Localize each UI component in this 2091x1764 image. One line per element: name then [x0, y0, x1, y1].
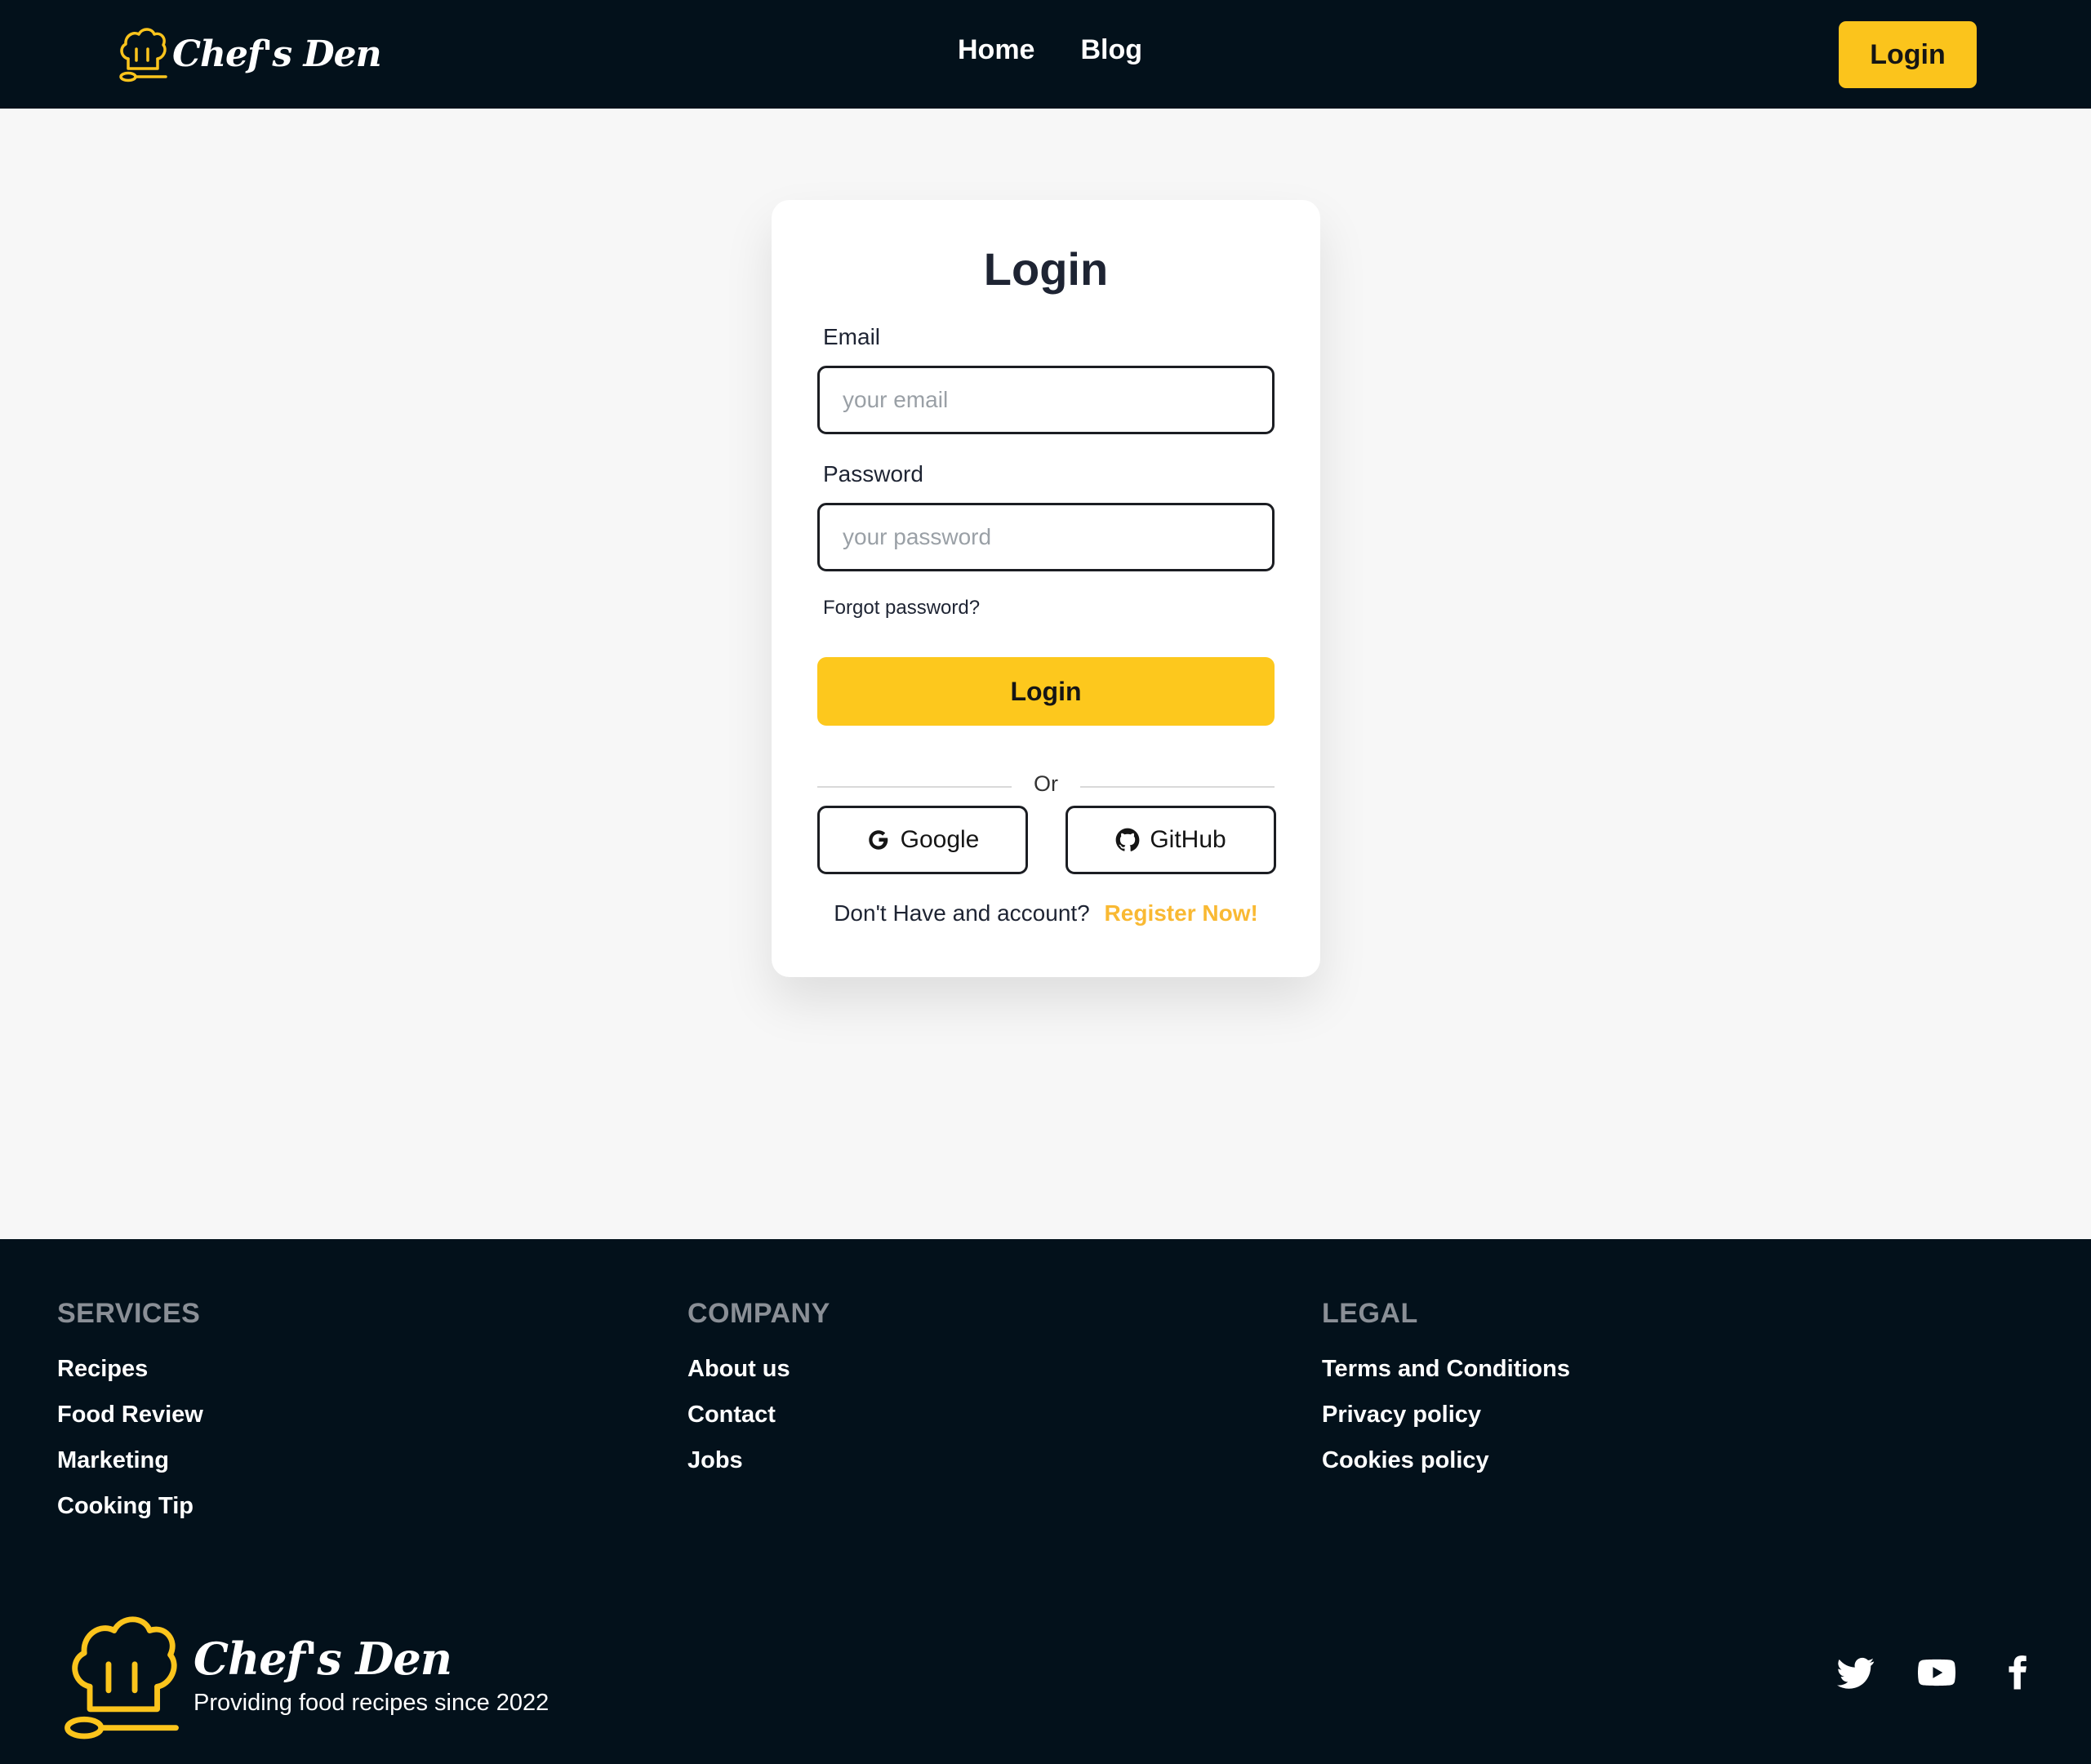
footer-heading-company: COMPANY — [687, 1298, 830, 1329]
footer-heading-services: SERVICES — [57, 1298, 201, 1329]
footer-link-cookies[interactable]: Cookies policy — [1322, 1447, 1570, 1474]
login-submit-button[interactable]: Login — [817, 657, 1275, 726]
footer-brand-text: Chef's Den Providing food recipes since … — [194, 1633, 549, 1717]
footer-link-marketing[interactable]: Marketing — [57, 1447, 203, 1474]
github-icon — [1115, 828, 1140, 851]
footer-column-services: SERVICES Recipes Food Review Marketing C… — [57, 1298, 203, 1539]
email-label: Email — [823, 324, 881, 349]
footer-column-legal: LEGAL Terms and Conditions Privacy polic… — [1322, 1298, 1570, 1493]
footer-link-food-review[interactable]: Food Review — [57, 1402, 203, 1429]
password-label: Password — [823, 461, 923, 487]
login-title: Login — [983, 243, 1109, 295]
chef-hat-logo-icon — [119, 28, 167, 82]
nav-link-blog[interactable]: Blog — [1080, 34, 1142, 66]
google-login-button[interactable]: Google — [817, 806, 1028, 874]
footer-heading-legal: LEGAL — [1322, 1298, 1418, 1329]
site-footer: SERVICES Recipes Food Review Marketing C… — [0, 1239, 2091, 1764]
register-row: Don't Have and account? Register Now! — [772, 900, 1320, 926]
footer-column-company: COMPANY About us Contact Jobs — [687, 1298, 830, 1493]
divider-line-right — [1080, 786, 1275, 788]
footer-brand: Chef's Den Providing food recipes since … — [61, 1608, 549, 1743]
register-now-link[interactable]: Register Now! — [1105, 900, 1258, 926]
footer-link-about-us[interactable]: About us — [687, 1356, 830, 1383]
footer-link-recipes[interactable]: Recipes — [57, 1356, 203, 1383]
chef-hat-logo-icon — [65, 1616, 179, 1740]
password-field[interactable] — [817, 503, 1275, 571]
register-prompt: Don't Have and account? — [834, 900, 1090, 926]
divider-or-text: Or — [1034, 771, 1058, 796]
google-button-label: Google — [900, 826, 980, 853]
forgot-password-link[interactable]: Forgot password? — [823, 597, 980, 620]
email-field[interactable] — [817, 366, 1275, 434]
facebook-icon[interactable] — [1999, 1654, 2036, 1691]
twitter-icon[interactable] — [1837, 1654, 1875, 1691]
nav-login-button[interactable]: Login — [1839, 21, 1977, 88]
main-nav: Home Blog — [958, 34, 1142, 66]
footer-tagline: Providing food recipes since 2022 — [194, 1690, 549, 1716]
brand-logo[interactable]: Chef's Den — [117, 23, 382, 85]
footer-brand-name: Chef's Den — [194, 1633, 452, 1685]
youtube-icon[interactable] — [1918, 1654, 1955, 1691]
footer-link-privacy[interactable]: Privacy policy — [1322, 1402, 1570, 1429]
brand-name: Chef's Den — [172, 33, 382, 75]
nav-link-home[interactable]: Home — [958, 34, 1034, 66]
github-button-label: GitHub — [1150, 826, 1226, 853]
social-links — [1837, 1654, 2036, 1691]
footer-link-cooking-tip[interactable]: Cooking Tip — [57, 1493, 203, 1520]
top-navbar: Chef's Den Home Blog Login — [0, 0, 2091, 109]
or-divider: Or — [817, 771, 1275, 801]
footer-link-jobs[interactable]: Jobs — [687, 1447, 830, 1474]
google-icon — [868, 830, 888, 850]
github-login-button[interactable]: GitHub — [1066, 806, 1276, 874]
footer-link-terms[interactable]: Terms and Conditions — [1322, 1356, 1570, 1383]
login-card: Login Email Password Forgot password? Lo… — [772, 200, 1320, 977]
footer-link-contact[interactable]: Contact — [687, 1402, 830, 1429]
